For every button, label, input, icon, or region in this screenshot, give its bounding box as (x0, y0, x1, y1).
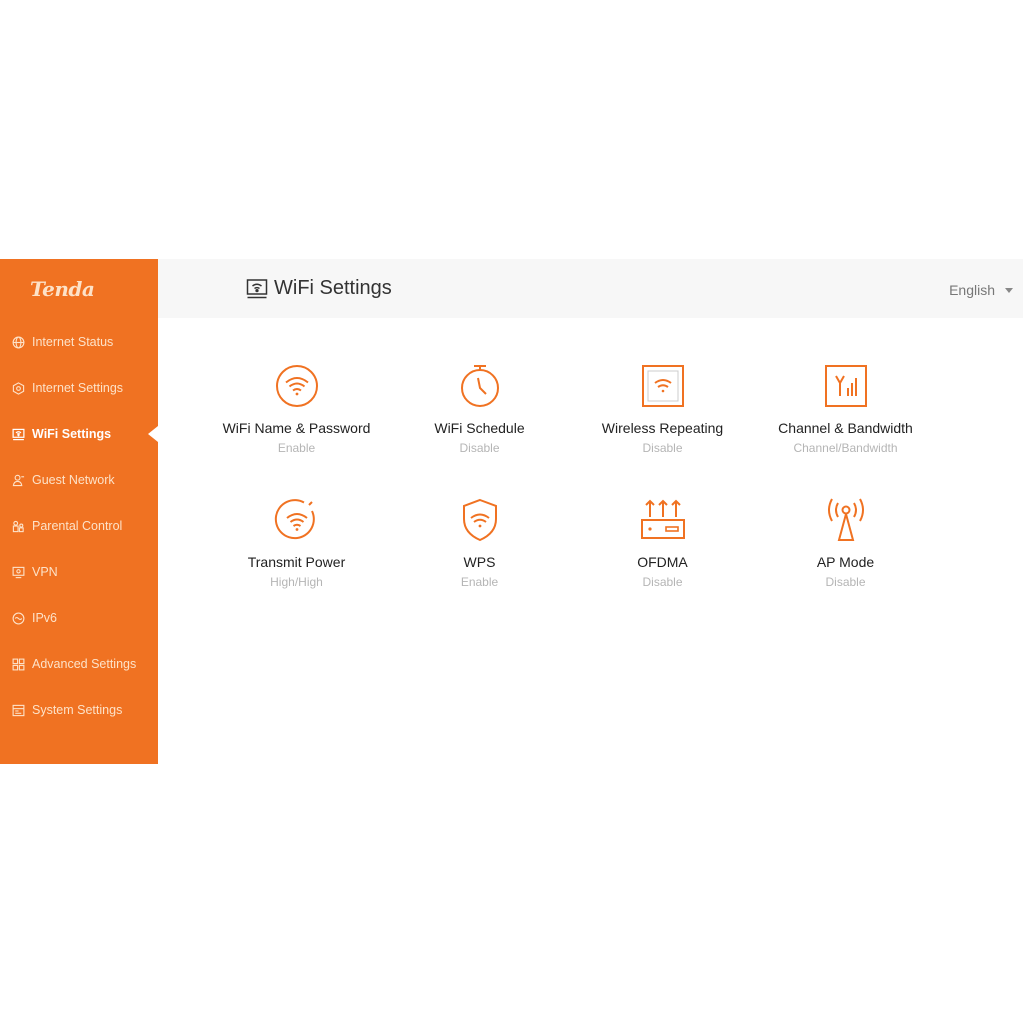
tile-ofdma[interactable]: OFDMA Disable (571, 497, 754, 589)
sidebar-item-label: IPv6 (32, 611, 58, 625)
sidebar-item-label: Internet Status (32, 335, 114, 349)
page-header: WiFi Settings English (158, 259, 1023, 318)
stopwatch-icon (457, 363, 503, 409)
channel-icon (823, 363, 869, 409)
wifi-circle-icon (274, 363, 320, 409)
settings-grid: WiFi Name & Password Enable WiFi Schedul… (158, 318, 1023, 764)
guest-icon (12, 474, 25, 487)
language-value: English (949, 282, 995, 298)
sidebar-item-label: Parental Control (32, 519, 123, 533)
tile-status: Enable (460, 575, 499, 589)
sidebar-item-system-settings[interactable]: System Settings (0, 687, 158, 733)
sidebar-item-label: Guest Network (32, 473, 115, 487)
tile-label: WPS (463, 554, 496, 570)
tile-label: Transmit Power (247, 554, 346, 570)
sidebar-item-parental-control[interactable]: Parental Control (0, 503, 158, 549)
tenda-logo: Tenda (30, 277, 95, 301)
sidebar-item-label: VPN (32, 565, 58, 579)
tile-status: Enable (277, 441, 316, 455)
sidebar-item-label: System Settings (32, 703, 123, 717)
wifi-monitor-icon (12, 428, 25, 441)
tile-wireless-repeating[interactable]: Wireless Repeating Disable (571, 363, 754, 455)
page-title: WiFi Settings (246, 277, 392, 300)
sidebar-item-vpn[interactable]: VPN (0, 549, 158, 595)
sidebar-item-advanced-settings[interactable]: Advanced Settings (0, 641, 158, 687)
sidebar-item-ipv6[interactable]: IPv6 (0, 595, 158, 641)
tile-wps[interactable]: WPS Enable (388, 497, 571, 589)
tile-channel-bandwidth[interactable]: Channel & Bandwidth Channel/Bandwidth (754, 363, 937, 455)
page-title-text: WiFi Settings (274, 277, 392, 299)
router-icon (640, 497, 686, 543)
vpn-monitor-icon (12, 566, 25, 579)
tile-status: Disable (459, 441, 500, 455)
sidebar-item-label: Internet Settings (32, 381, 124, 395)
tile-status: Disable (825, 575, 866, 589)
ipv6-icon (12, 612, 25, 625)
wifi-monitor-icon (246, 278, 268, 300)
chevron-down-icon (1005, 287, 1013, 293)
tile-transmit-power[interactable]: Transmit Power High/High (205, 497, 388, 589)
app-window: Tenda Internet Status Internet Settings … (0, 259, 1023, 764)
tile-label: AP Mode (816, 554, 875, 570)
tile-wifi-name-password[interactable]: WiFi Name & Password Enable (205, 363, 388, 455)
tile-status: Disable (642, 575, 683, 589)
tile-status: High/High (270, 575, 323, 589)
sidebar-item-internet-status[interactable]: Internet Status (0, 319, 158, 365)
sidebar-item-wifi-settings[interactable]: WiFi Settings (0, 411, 158, 457)
system-icon (12, 704, 25, 717)
sidebar-item-label: WiFi Settings (32, 427, 112, 441)
tile-label: Channel & Bandwidth (778, 420, 913, 436)
sidebar-item-guest-network[interactable]: Guest Network (0, 457, 158, 503)
tile-label: WiFi Schedule (434, 420, 525, 436)
tile-label: WiFi Name & Password (222, 420, 371, 436)
language-select[interactable]: English (949, 282, 1013, 298)
wps-shield-icon (457, 497, 503, 543)
tile-label: OFDMA (637, 554, 688, 570)
tile-status: Disable (642, 441, 683, 455)
transmit-power-icon (274, 497, 320, 543)
sidebar-item-internet-settings[interactable]: Internet Settings (0, 365, 158, 411)
antenna-icon (823, 497, 869, 543)
tile-label: Wireless Repeating (601, 420, 724, 436)
sidebar-item-label: Advanced Settings (32, 657, 137, 671)
repeater-icon (640, 363, 686, 409)
tile-ap-mode[interactable]: AP Mode Disable (754, 497, 937, 589)
parental-icon (12, 520, 25, 533)
grid-icon (12, 658, 25, 671)
tile-status: Channel/Bandwidth (793, 441, 898, 455)
sidebar: Tenda Internet Status Internet Settings … (0, 259, 158, 764)
hexagon-icon (12, 381, 25, 395)
sidebar-nav: Internet Status Internet Settings WiFi S… (0, 319, 158, 733)
tile-wifi-schedule[interactable]: WiFi Schedule Disable (388, 363, 571, 455)
globe-icon (12, 336, 25, 349)
